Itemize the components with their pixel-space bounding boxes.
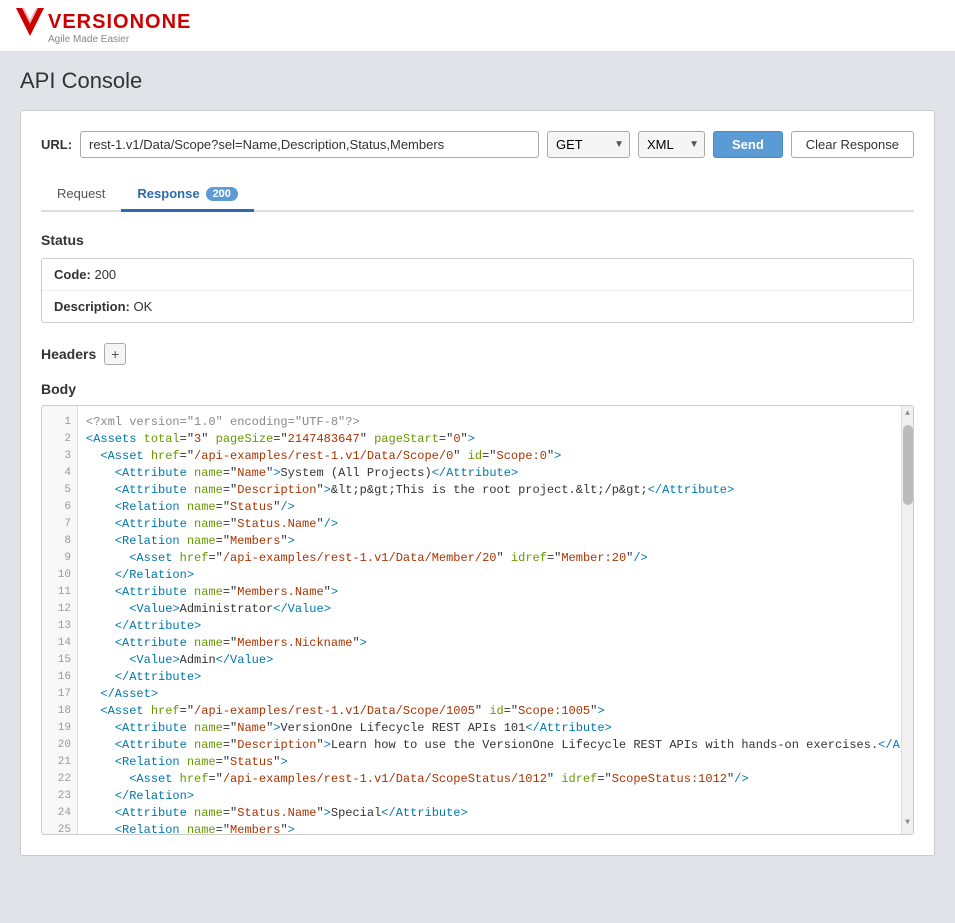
tab-request[interactable]: Request xyxy=(41,178,121,212)
code-content[interactable]: <?xml version="1.0" encoding="UTF-8"?><A… xyxy=(78,406,901,834)
line-number: 19 xyxy=(42,720,77,737)
code-line: </Relation> xyxy=(78,788,901,805)
tabs: Request Response 200 xyxy=(41,178,914,212)
line-number: 24 xyxy=(42,805,77,822)
scrollbar[interactable]: ▲ ▼ xyxy=(901,406,913,834)
logo-icon xyxy=(16,8,44,36)
code-line: <Asset href="/api-examples/rest-1.v1/Dat… xyxy=(78,771,901,788)
line-number: 21 xyxy=(42,754,77,771)
headers-section-title: Headers xyxy=(41,346,96,362)
line-number: 8 xyxy=(42,533,77,550)
line-number: 12 xyxy=(42,601,77,618)
code-line: <Value>Admin</Value> xyxy=(78,652,901,669)
headers-title-row: Headers + xyxy=(41,343,914,365)
line-number: 4 xyxy=(42,465,77,482)
code-line: <Attribute name="Members.Nickname"> xyxy=(78,635,901,652)
line-number: 20 xyxy=(42,737,77,754)
code-line: <Assets total="3" pageSize="2147483647" … xyxy=(78,431,901,448)
scroll-up-arrow[interactable]: ▲ xyxy=(905,406,910,421)
body-section-title: Body xyxy=(41,381,914,397)
tab-request-label: Request xyxy=(57,186,105,201)
add-header-button[interactable]: + xyxy=(104,343,126,365)
clear-response-button[interactable]: Clear Response xyxy=(791,131,914,158)
code-line: <Relation name="Members"> xyxy=(78,822,901,834)
tab-response[interactable]: Response 200 xyxy=(121,178,254,212)
tab-response-badge: 200 xyxy=(206,187,238,201)
line-number: 9 xyxy=(42,550,77,567)
line-number: 16 xyxy=(42,669,77,686)
url-label: URL: xyxy=(41,137,72,152)
code-line: <Attribute name="Name">System (All Proje… xyxy=(78,465,901,482)
status-section-title: Status xyxy=(41,232,914,248)
line-number: 14 xyxy=(42,635,77,652)
method-select[interactable]: GET POST PUT DELETE xyxy=(547,131,630,158)
logo-tagline: Agile Made Easier xyxy=(48,34,129,45)
api-console-card: URL: GET POST PUT DELETE ▼ XML JSON ▼ Se… xyxy=(20,110,935,856)
code-line: <Relation name="Status"/> xyxy=(78,499,901,516)
header: VERSIONONE Agile Made Easier xyxy=(0,0,955,52)
code-container: 1234567891011121314151617181920212223242… xyxy=(41,405,914,835)
code-line: <Relation name="Members"> xyxy=(78,533,901,550)
code-line: <Attribute name="Description">&lt;p&gt;T… xyxy=(78,482,901,499)
code-line: <Value>Administrator</Value> xyxy=(78,601,901,618)
line-number: 3 xyxy=(42,448,77,465)
code-line: <Asset href="/api-examples/rest-1.v1/Dat… xyxy=(78,550,901,567)
format-select-wrapper: XML JSON ▼ xyxy=(638,131,705,158)
line-number: 5 xyxy=(42,482,77,499)
send-button[interactable]: Send xyxy=(713,131,783,158)
status-code-row: Code: 200 xyxy=(42,259,913,291)
tab-response-label: Response xyxy=(137,186,199,201)
format-select[interactable]: XML JSON xyxy=(638,131,705,158)
logo-top: VERSIONONE xyxy=(16,8,191,36)
status-code-label: Code: xyxy=(54,267,91,282)
line-number: 18 xyxy=(42,703,77,720)
code-line: <Attribute name="Status.Name"/> xyxy=(78,516,901,533)
headers-section: Headers + xyxy=(41,343,914,365)
line-number: 25 xyxy=(42,822,77,834)
code-line: </Relation> xyxy=(78,567,901,584)
code-line: <?xml version="1.0" encoding="UTF-8"?> xyxy=(78,414,901,431)
code-line: <Attribute name="Description">Learn how … xyxy=(78,737,901,754)
status-description-value: OK xyxy=(133,299,152,314)
main-content: API Console URL: GET POST PUT DELETE ▼ X… xyxy=(0,52,955,872)
line-number: 15 xyxy=(42,652,77,669)
url-bar: URL: GET POST PUT DELETE ▼ XML JSON ▼ Se… xyxy=(41,131,914,158)
page-title: API Console xyxy=(20,68,935,94)
line-number: 2 xyxy=(42,431,77,448)
code-line: <Attribute name="Members.Name"> xyxy=(78,584,901,601)
code-line: </Asset> xyxy=(78,686,901,703)
scrollbar-thumb[interactable] xyxy=(903,425,913,505)
status-description-row: Description: OK xyxy=(42,291,913,322)
line-number: 17 xyxy=(42,686,77,703)
code-line: </Attribute> xyxy=(78,669,901,686)
line-numbers: 1234567891011121314151617181920212223242… xyxy=(42,406,78,834)
line-number: 7 xyxy=(42,516,77,533)
line-number: 11 xyxy=(42,584,77,601)
body-section: Body 12345678910111213141516171819202122… xyxy=(41,381,914,835)
url-input[interactable] xyxy=(80,131,539,158)
line-number: 1 xyxy=(42,414,77,431)
logo: VERSIONONE Agile Made Easier xyxy=(16,8,191,45)
status-code-value: 200 xyxy=(94,267,116,282)
line-number: 23 xyxy=(42,788,77,805)
code-line: <Asset href="/api-examples/rest-1.v1/Dat… xyxy=(78,703,901,720)
code-line: </Attribute> xyxy=(78,618,901,635)
code-line: <Asset href="/api-examples/rest-1.v1/Dat… xyxy=(78,448,901,465)
code-line: <Attribute name="Status.Name">Special</A… xyxy=(78,805,901,822)
line-number: 6 xyxy=(42,499,77,516)
scroll-down-arrow[interactable]: ▼ xyxy=(905,815,910,830)
line-number: 22 xyxy=(42,771,77,788)
status-description-label: Description: xyxy=(54,299,130,314)
logo-text: VERSIONONE xyxy=(48,11,191,34)
line-number: 13 xyxy=(42,618,77,635)
line-number: 10 xyxy=(42,567,77,584)
status-box: Code: 200 Description: OK xyxy=(41,258,914,323)
code-line: <Attribute name="Name">VersionOne Lifecy… xyxy=(78,720,901,737)
code-line: <Relation name="Status"> xyxy=(78,754,901,771)
method-select-wrapper: GET POST PUT DELETE ▼ xyxy=(547,131,630,158)
